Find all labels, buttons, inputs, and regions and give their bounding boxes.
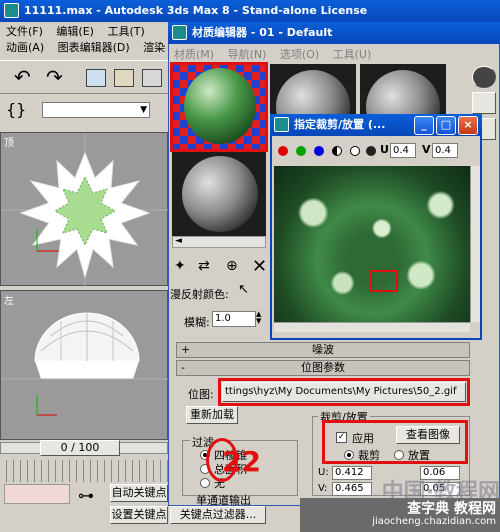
- filter-none-radio[interactable]: [200, 478, 210, 488]
- slot-scrollbar[interactable]: ◄: [172, 236, 266, 248]
- scroll-left-icon[interactable]: ◄: [175, 236, 182, 246]
- mono-output-label: 单通道输出: [196, 494, 251, 507]
- rollout-bitmap-params[interactable]: - 位图参数: [176, 360, 470, 376]
- rollout-noise-label: 噪波: [312, 343, 334, 356]
- chevron-down-icon: ▼: [140, 105, 147, 115]
- alpha-channel-icon[interactable]: [332, 146, 342, 156]
- crop-region-marker[interactable]: [370, 270, 398, 292]
- crop-u-label: U: [380, 143, 389, 156]
- pick-material-icon[interactable]: ↖: [238, 282, 256, 300]
- material-sphere: [182, 156, 258, 232]
- crop-vertical-scrollbar[interactable]: [470, 166, 480, 322]
- reset-icon[interactable]: ✕: [252, 256, 272, 277]
- minimize-icon[interactable]: _: [414, 116, 434, 135]
- material-editor-title: 材质编辑器 - 01 - Default: [192, 26, 333, 39]
- unlink-icon[interactable]: [114, 69, 134, 87]
- menu-graph-editor[interactable]: 图表编辑器(D): [58, 41, 130, 54]
- menu-tools[interactable]: 工具(T): [107, 25, 144, 38]
- auto-key-button[interactable]: 自动关键点: [110, 484, 168, 502]
- abc-icon[interactable]: {}: [6, 98, 36, 124]
- main-toolbar: ↶ ↷: [0, 60, 170, 94]
- menu-edit[interactable]: 编辑(E): [56, 25, 94, 38]
- material-editor-icon: [172, 25, 187, 40]
- watermark-site: 查字典 教程网: [300, 498, 500, 518]
- blue-channel-icon[interactable]: [314, 146, 324, 156]
- menu-render[interactable]: 渲染: [143, 41, 165, 54]
- time-slider-label: 0 / 100: [60, 441, 100, 454]
- reload-button[interactable]: 重新加载: [186, 406, 238, 424]
- time-slider-thumb[interactable]: 0 / 100: [40, 440, 120, 456]
- maximize-icon[interactable]: □: [436, 116, 456, 135]
- bind-spacewarp-icon[interactable]: [142, 69, 162, 87]
- blur-field[interactable]: 1.0: [212, 311, 256, 327]
- me-menu-navigation[interactable]: 导航(N): [228, 48, 267, 61]
- viewport-top[interactable]: 顶: [0, 132, 169, 287]
- main-titlebar: 11111.max - Autodesk 3ds Max 8 - Stand-a…: [0, 0, 500, 22]
- backlight-icon[interactable]: [472, 92, 496, 114]
- set-key-button[interactable]: 设置关键点: [110, 506, 168, 524]
- blur-label: 模糊:: [184, 316, 210, 329]
- status-prompt-box: [4, 484, 70, 504]
- highlight-bitmap-path: [218, 378, 470, 406]
- black-icon[interactable]: [366, 146, 376, 156]
- crop-window-icon: [274, 117, 289, 132]
- watermark-url: jiaocheng.chazidian.com: [300, 516, 500, 532]
- crop-horizontal-scrollbar[interactable]: [274, 322, 470, 332]
- red-channel-icon[interactable]: [278, 146, 288, 156]
- selection-filter-dropdown[interactable]: ▼: [42, 102, 150, 118]
- green-channel-icon[interactable]: [296, 146, 306, 156]
- viewport-left[interactable]: 左: [0, 290, 169, 440]
- mono-channel-icon[interactable]: [350, 146, 360, 156]
- put-to-scene-icon[interactable]: ⇄: [198, 258, 218, 276]
- get-material-icon[interactable]: ✦: [174, 258, 194, 276]
- sample-slot-4[interactable]: [172, 152, 266, 236]
- key-icon[interactable]: ⊶: [78, 486, 104, 506]
- rollout-noise[interactable]: + 噪波: [176, 342, 470, 358]
- me-menu-material[interactable]: 材质(M): [174, 48, 214, 61]
- crop-u-field[interactable]: 0.4: [390, 143, 416, 158]
- minus-icon: -: [181, 361, 185, 374]
- crop-v-field[interactable]: 0.4: [432, 143, 458, 158]
- menu-animation[interactable]: 动画(A): [6, 41, 44, 54]
- me-menu-utilities[interactable]: 工具(U): [333, 48, 372, 61]
- key-filters-label: 关键点过滤器...: [179, 508, 257, 521]
- menu-file[interactable]: 文件(F): [6, 25, 43, 38]
- app-icon: [4, 3, 19, 18]
- me-menu-options[interactable]: 选项(O): [280, 48, 319, 61]
- blur-spinner[interactable]: ▲ ▼: [256, 311, 266, 327]
- select-link-icon[interactable]: [86, 69, 106, 87]
- crop-v-label: V: [422, 143, 431, 156]
- diffuse-color-label: 漫反射颜色:: [170, 288, 229, 301]
- plus-icon: +: [181, 343, 191, 356]
- me-horizontal-toolbar: ✦ ⇄ ⊕ ✕: [172, 254, 272, 280]
- annotation-circle: [206, 438, 238, 482]
- star-object-icon: [1, 133, 169, 287]
- redo-icon[interactable]: ↷: [46, 67, 70, 89]
- material-editor-menubar: 材质(M) 导航(N) 选项(O) 工具(U): [174, 46, 474, 62]
- auto-key-label: 自动关键点: [111, 486, 167, 499]
- highlight-apply-view: [322, 420, 468, 464]
- bitmap-label: 位图:: [188, 388, 214, 401]
- assign-material-icon[interactable]: ⊕: [226, 258, 246, 276]
- rollout-bitmap-params-label: 位图参数: [301, 361, 345, 374]
- crop-window-title: 指定裁剪/放置 (...: [294, 118, 386, 131]
- sample-type-icon[interactable]: [472, 66, 496, 88]
- set-key-label: 设置关键点: [111, 508, 167, 521]
- timeline-track[interactable]: [0, 460, 168, 482]
- material-editor-titlebar: 材质编辑器 - 01 - Default: [168, 22, 500, 44]
- cactus-image[interactable]: [274, 166, 470, 322]
- close-icon[interactable]: ×: [458, 116, 478, 135]
- crop-toolbar: U 0.4 V 0.4: [274, 140, 480, 162]
- highlight-sample-slot: [170, 62, 268, 152]
- hemisphere-object-icon: [1, 312, 169, 416]
- key-filters-button[interactable]: 关键点过滤器...: [170, 506, 266, 524]
- main-menubar: 文件(F) 编辑(E) 工具(T) 动画(A) 图表编辑器(D) 渲染: [6, 24, 176, 58]
- undo-icon[interactable]: ↶: [14, 67, 38, 89]
- main-title: 11111.max - Autodesk 3ds Max 8 - Stand-a…: [24, 4, 368, 17]
